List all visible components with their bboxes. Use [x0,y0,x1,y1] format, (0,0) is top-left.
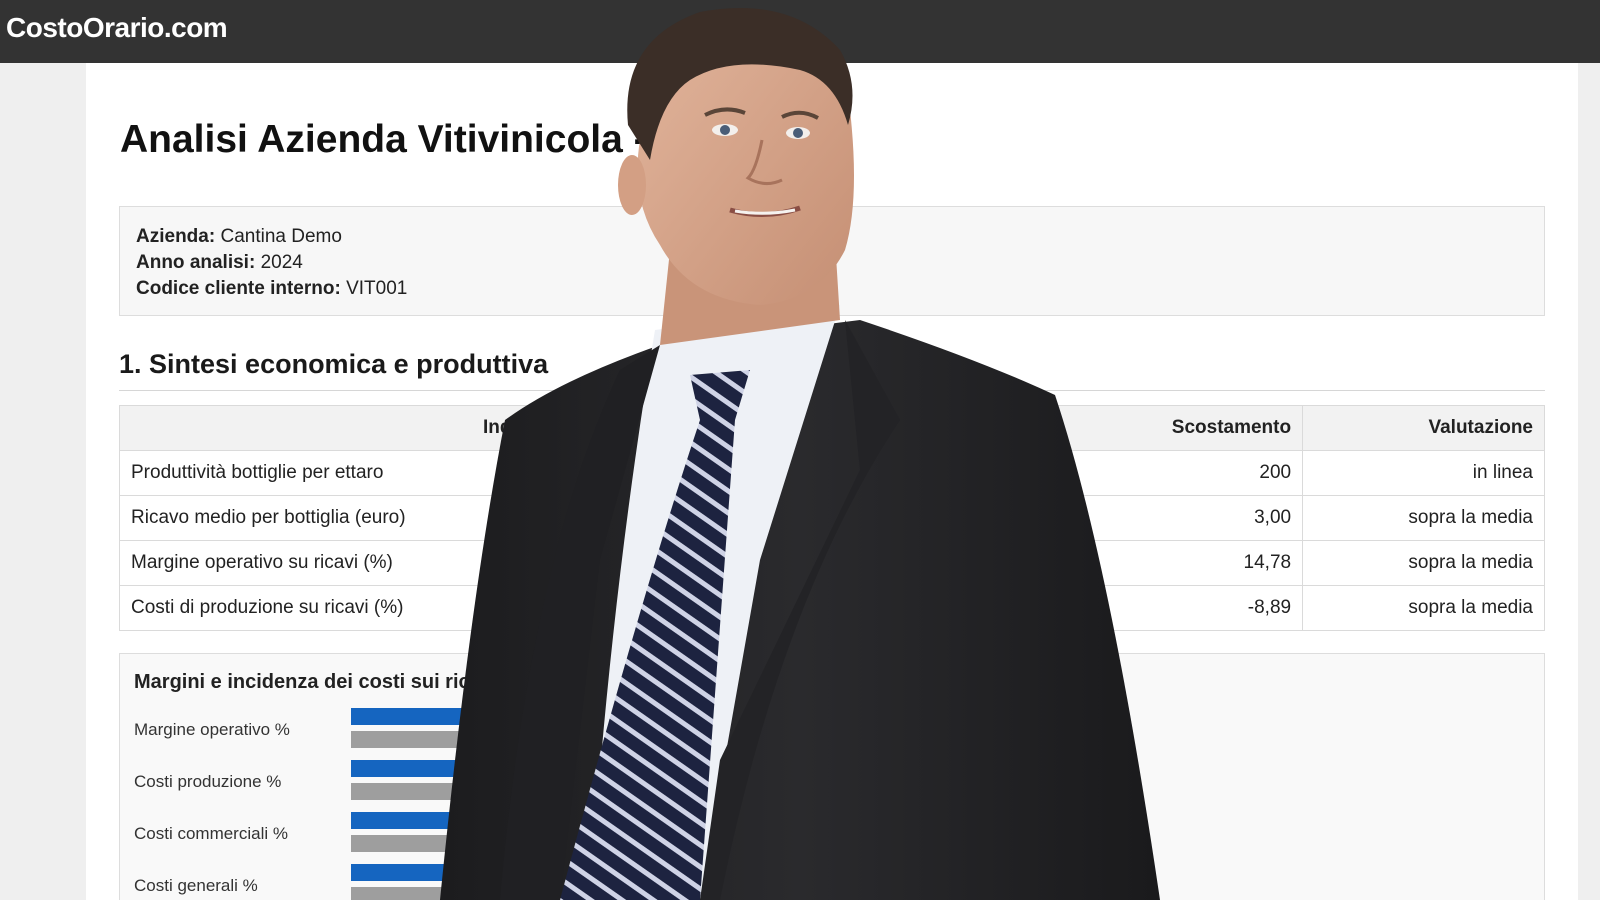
businessman-photo-overlay [440,7,1160,900]
chart-category-label: Costi commerciali % [134,824,288,843]
chart-category-label: Margine operativo % [134,720,290,739]
info-label-anno: Anno analisi: [136,252,256,273]
chart-category-label: Costi produzione % [134,772,282,791]
cell-valutazione: sopra la media [1302,585,1545,631]
info-label-azienda: Azienda: [136,226,216,247]
cell-valutazione: sopra la media [1302,540,1545,586]
cell-valutazione: in linea [1302,450,1545,496]
info-value-azienda: Cantina Demo [215,226,342,247]
info-label-codice: Codice cliente interno: [136,278,341,299]
cell-valutazione: sopra la media [1302,495,1545,541]
chart-category-label: Costi generali % [134,876,258,895]
info-value-codice: VIT001 [340,278,408,299]
column-header-valutazione: Valutazione [1302,405,1545,451]
info-value-anno: 2024 [255,252,303,273]
brand-logo-link[interactable]: CostoOrario.com [6,12,228,44]
